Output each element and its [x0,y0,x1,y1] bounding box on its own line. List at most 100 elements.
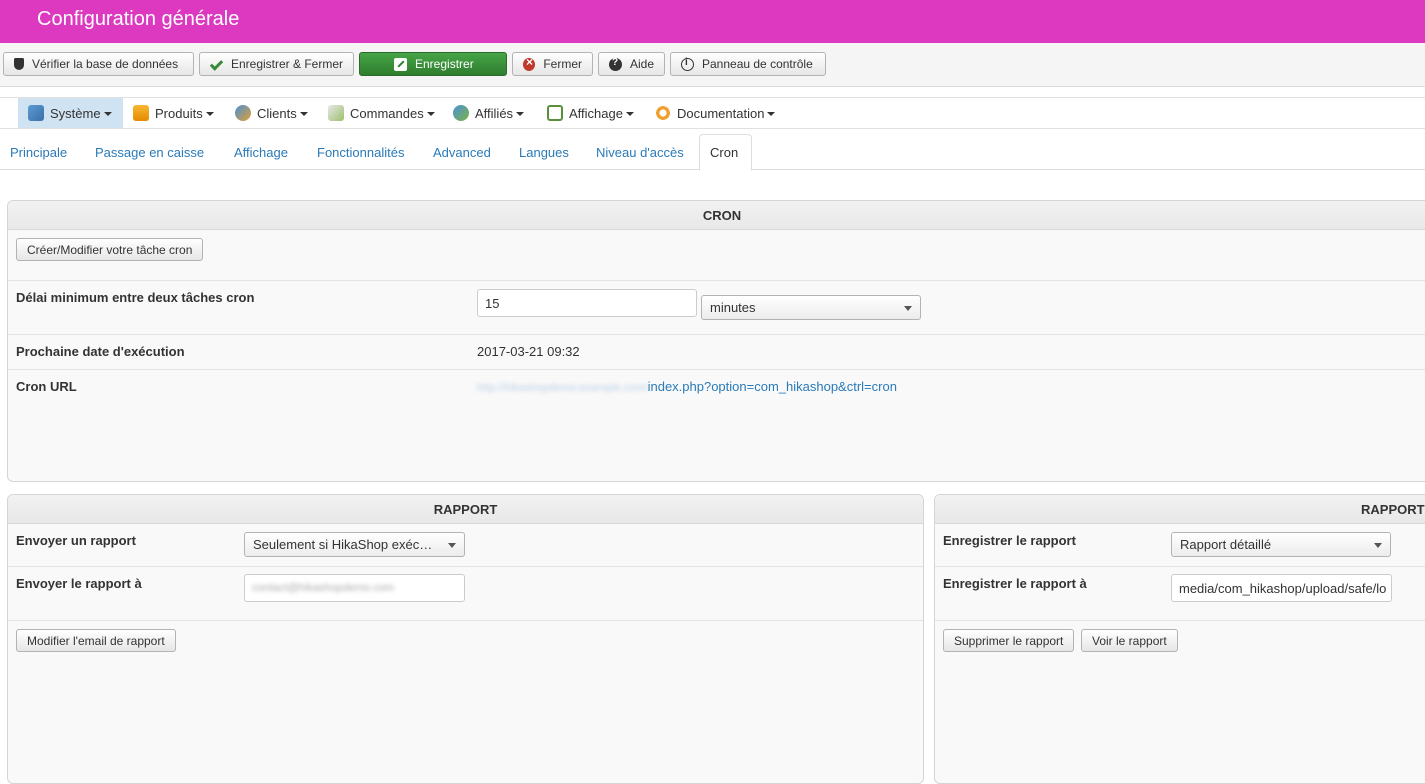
report-path-input[interactable]: media/com_hikashop/upload/safe/lo [1171,574,1392,602]
min-delay-input[interactable]: 15 [477,289,697,317]
report-send-title: RAPPORT [8,495,923,524]
min-delay-unit-value: minutes [710,300,756,315]
tab-advanced[interactable]: Advanced [423,134,501,170]
report-actions-row: Supprimer le rapport Voir le rapport [935,620,1425,783]
help-label: Aide [629,57,654,71]
toolbar: Vérifier la base de données Enregistrer … [0,43,1425,87]
save-report-value: Rapport détaillé [1180,537,1272,552]
save-close-button[interactable]: Enregistrer & Fermer [199,52,354,76]
tab-fonctionnalites[interactable]: Fonctionnalités [307,134,414,170]
min-delay-unit-select[interactable]: minutes [701,295,921,320]
title-bar: Configuration générale [0,0,1425,43]
box-icon [133,105,149,121]
chevron-down-icon [103,112,112,116]
report-email-input[interactable]: contact@hikashopdemo.com [244,574,465,602]
cron-url-row: Cron URL http://hikashopdemo.example.com… [8,369,1425,481]
menu-affichage-label: Affichage [569,105,623,121]
create-cron-button[interactable]: Créer/Modifier votre tâche cron [16,238,204,261]
edit-report-email-button[interactable]: Modifier l'email de rapport [16,629,176,652]
tab-cron[interactable]: Cron [699,134,752,171]
dropdown-arrow-icon [448,543,456,548]
edit-icon [394,57,407,71]
users-icon [235,105,251,121]
save-report-label: Enregistrer le rapport [943,533,1076,548]
dropdown-arrow-icon [904,306,912,311]
tab-affichage[interactable]: Affichage [224,134,298,170]
menu-commandes[interactable]: Commandes [318,98,443,128]
cron-url-host: http://hikashopdemo.example.com/ [477,382,648,394]
help-icon [609,57,622,71]
send-report-to-row: Envoyer le rapport à contact@hikashopdem… [8,566,923,620]
display-icon [547,105,563,121]
info-icon [681,57,694,71]
menu-clients-label: Clients [257,105,297,121]
report-save-title: RAPPORT [935,495,1425,524]
control-panel-button[interactable]: Panneau de contrôle [670,52,826,76]
send-report-label: Envoyer un rapport [16,533,136,548]
send-report-row: Envoyer un rapport Seulement si HikaShop… [8,524,923,566]
delete-report-button[interactable]: Supprimer le rapport [943,629,1075,652]
orders-icon [328,105,344,121]
chevron-down-icon [205,112,214,116]
cron-url-link[interactable]: http://hikashopdemo.example.com/index.ph… [477,379,897,394]
check-database-label: Vérifier la base de données [32,57,179,71]
tools-icon [28,105,44,121]
save-report-to-row: Enregistrer le rapport à media/com_hikas… [935,566,1425,620]
menu-documentation-label: Documentation [677,105,765,121]
menu-produits[interactable]: Produits [123,98,222,128]
help-button[interactable]: Aide [598,52,665,76]
menu-affilies-label: Affiliés [475,105,514,121]
view-report-button[interactable]: Voir le rapport [1081,629,1178,652]
menu-systeme[interactable]: Système [18,98,123,128]
cron-url-path: index.php?option=com_hikashop&ctrl=cron [647,379,897,394]
next-date-value: 2017-03-21 09:32 [477,344,580,359]
main-menu: Système Produits Clients Commandes Affil… [0,97,1425,129]
shield-icon [14,58,24,70]
close-button[interactable]: Fermer [512,52,593,76]
check-database-button[interactable]: Vérifier la base de données [3,52,194,76]
save-label: Enregistrer [415,57,474,71]
save-button[interactable]: Enregistrer [359,52,507,76]
close-icon [523,55,536,71]
send-report-select[interactable]: Seulement si HikaShop exéc… [244,532,465,557]
save-report-row: Enregistrer le rapport Rapport détaillé [935,524,1425,566]
tab-principale[interactable]: Principale [0,134,77,170]
affiliates-icon [453,105,469,121]
save-report-select[interactable]: Rapport détaillé [1171,532,1391,557]
chevron-down-icon [767,112,776,116]
documentation-icon [655,105,671,121]
send-report-value: Seulement si HikaShop exéc… [253,537,433,552]
tab-niveau-acces[interactable]: Niveau d'accès [586,134,694,170]
min-delay-label: Délai minimum entre deux tâches cron [16,290,255,305]
menu-clients[interactable]: Clients [225,98,316,128]
menu-commandes-label: Commandes [350,105,424,121]
report-save-panel: RAPPORT Enregistrer le rapport Rapport d… [934,494,1425,784]
page-title: Configuration générale [37,8,240,30]
check-icon [210,58,223,71]
cron-panel: CRON Créer/Modifier votre tâche cron Dél… [7,200,1425,482]
chevron-down-icon [516,112,525,116]
menu-affilies[interactable]: Affiliés [443,98,532,128]
tab-langues[interactable]: Langues [509,134,579,170]
dropdown-arrow-icon [1374,543,1382,548]
min-delay-row: Délai minimum entre deux tâches cron 15 … [8,280,1425,334]
edit-email-row: Modifier l'email de rapport [8,620,923,783]
report-send-panel: RAPPORT Envoyer un rapport Seulement si … [7,494,924,784]
tab-passage-en-caisse[interactable]: Passage en caisse [85,134,214,170]
config-tabs: Principale Passage en caisse Affichage F… [0,134,1425,171]
chevron-down-icon [625,112,634,116]
chevron-down-icon [299,112,308,116]
control-panel-label: Panneau de contrôle [702,57,813,71]
chevron-down-icon [426,112,435,116]
save-close-label: Enregistrer & Fermer [230,57,343,71]
send-report-to-label: Envoyer le rapport à [16,576,142,591]
next-date-row: Prochaine date d'exécution 2017-03-21 09… [8,334,1425,369]
cron-url-label: Cron URL [16,379,77,394]
menu-affichage[interactable]: Affichage [537,98,642,128]
menu-documentation[interactable]: Documentation [645,98,783,128]
close-label: Fermer [543,57,582,71]
next-date-label: Prochaine date d'exécution [16,344,185,359]
cron-panel-title: CRON [8,201,1425,230]
menu-produits-label: Produits [155,105,203,121]
report-email-value: contact@hikashopdemo.com [252,582,395,594]
